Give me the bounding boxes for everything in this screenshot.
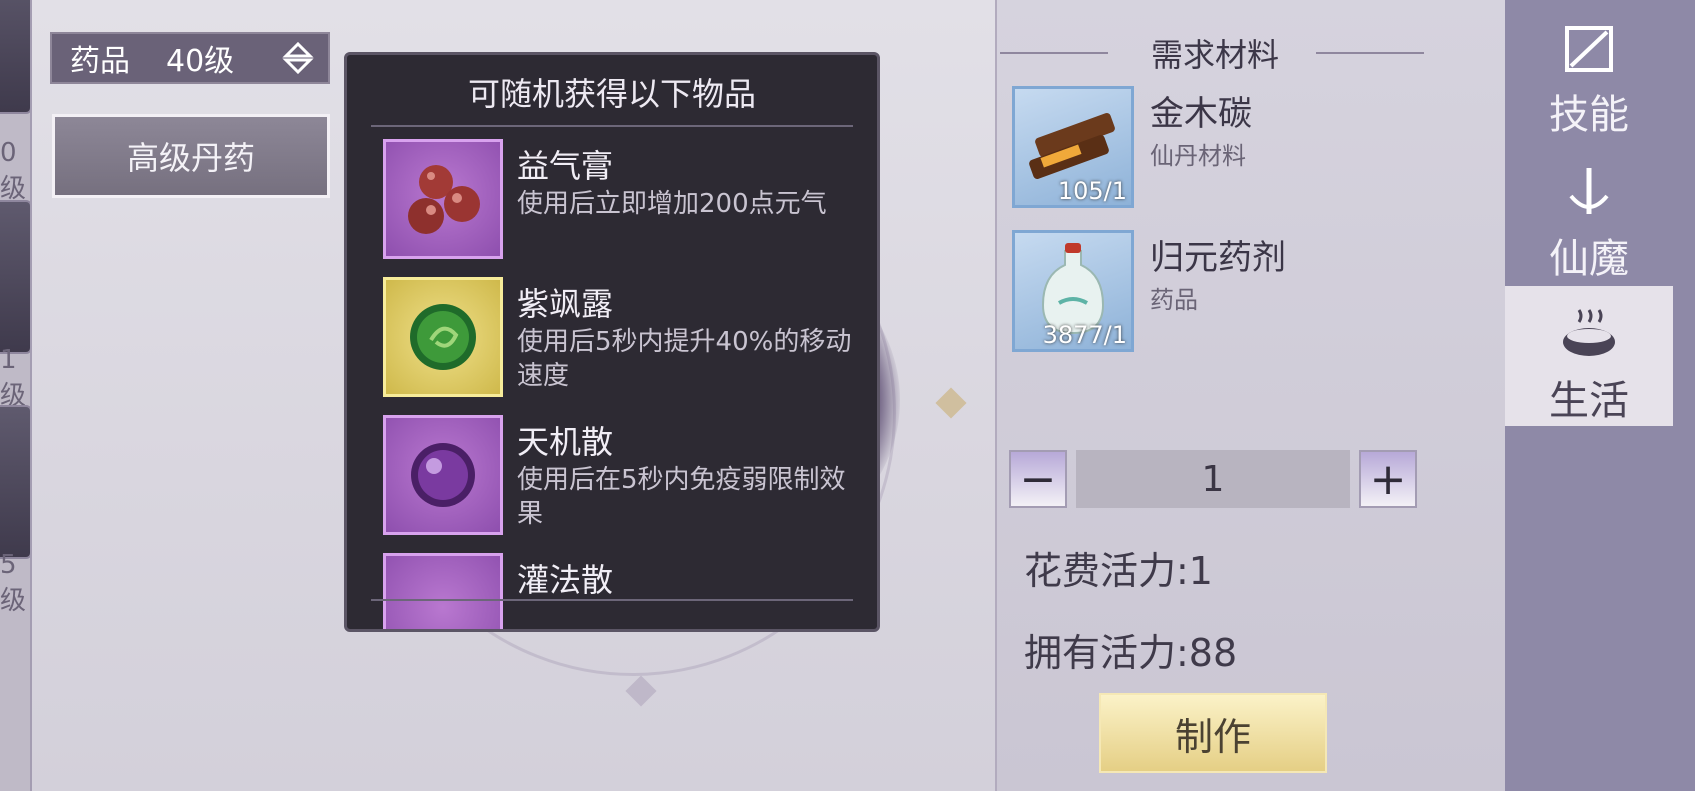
filter-category: 药品 [70,44,130,79]
skill-icon [1565,26,1613,72]
left-recipe-strip: 0级 1级 5级 [0,0,34,791]
decrease-quantity-button[interactable]: − [1009,450,1067,508]
list-item[interactable]: 天机散 使用后在5秒内免疫弱限制效果 [383,415,853,553]
material-slot[interactable]: 105/1 [1012,86,1134,208]
material-slot[interactable]: 3877/1 [1012,230,1134,352]
sword-icon [1569,168,1609,214]
cauldron-icon [1563,309,1615,356]
material-count: 3877/1 [1042,321,1127,349]
sidebar-item-skills[interactable]: 技能 [1505,0,1673,140]
list-item[interactable]: 益气膏 使用后立即增加200点元气 [383,139,853,277]
material-type: 仙丹材料 [1150,142,1246,170]
recipe-slot[interactable] [0,0,32,114]
material-count: 105/1 [1057,177,1127,205]
item-description: 使用后在5秒内免疫弱限制效果 [517,465,846,529]
popup-title: 可随机获得以下物品 [467,75,756,113]
sidebar-item-label: 生活 [1549,378,1629,424]
item-name: 益气膏 [517,147,614,185]
item-icon [383,553,503,629]
item-description: 使用后立即增加200点元气 [517,189,827,219]
slot-level-label: 0级 [0,138,27,204]
sidebar-item-label: 技能 [1549,92,1629,138]
item-name: 灌法散 [517,561,614,599]
energy-cost: 花费活力:1 [1024,549,1213,593]
sidebar-item-label: 仙魔 [1549,236,1629,282]
sidebar-item-immortal-demon[interactable]: 仙魔 [1505,144,1673,284]
materials-title: 需求材料 [1150,36,1279,74]
list-item[interactable]: 灌法散 [383,553,853,629]
recipe-slot[interactable] [0,405,32,559]
craft-button[interactable]: 制作 [1099,693,1327,773]
quantity-value[interactable]: 1 [1076,450,1350,508]
item-name: 紫飒露 [517,285,614,323]
increase-quantity-button[interactable]: + [1359,450,1417,508]
material-type: 药品 [1150,286,1198,314]
purple-orb-icon [383,415,503,535]
filter-level: 40级 [166,44,235,79]
sidebar-item-life[interactable]: 生活 [1505,286,1673,426]
list-item[interactable]: 紫飒露 使用后5秒内提升40%的移动速度 [383,277,853,415]
sort-toggle-icon[interactable] [282,42,314,74]
item-name: 天机散 [517,423,614,461]
random-drop-popup: 可随机获得以下物品 益气膏 使用后立即增加200点元气 紫飒露 使用后5秒内提升… [344,52,880,632]
subcategory-tab[interactable]: 高级丹药 [52,114,330,198]
energy-owned: 拥有活力:88 [1024,631,1238,675]
drop-list[interactable]: 益气膏 使用后立即增加200点元气 紫飒露 使用后5秒内提升40%的移动速度 天… [383,139,853,629]
green-orb-icon [383,277,503,397]
red-pills-icon [383,139,503,259]
popup-divider [371,125,853,127]
material-name: 归元药剂 [1150,238,1286,278]
popup-divider [371,599,853,601]
item-description: 使用后5秒内提升40%的移动速度 [517,327,852,391]
slot-level-label: 5级 [0,550,27,616]
recipe-slot[interactable] [0,200,32,354]
material-name: 金木碳 [1150,94,1252,134]
category-filter[interactable]: 药品 40级 [50,32,330,84]
slot-level-label: 1级 [0,345,27,411]
